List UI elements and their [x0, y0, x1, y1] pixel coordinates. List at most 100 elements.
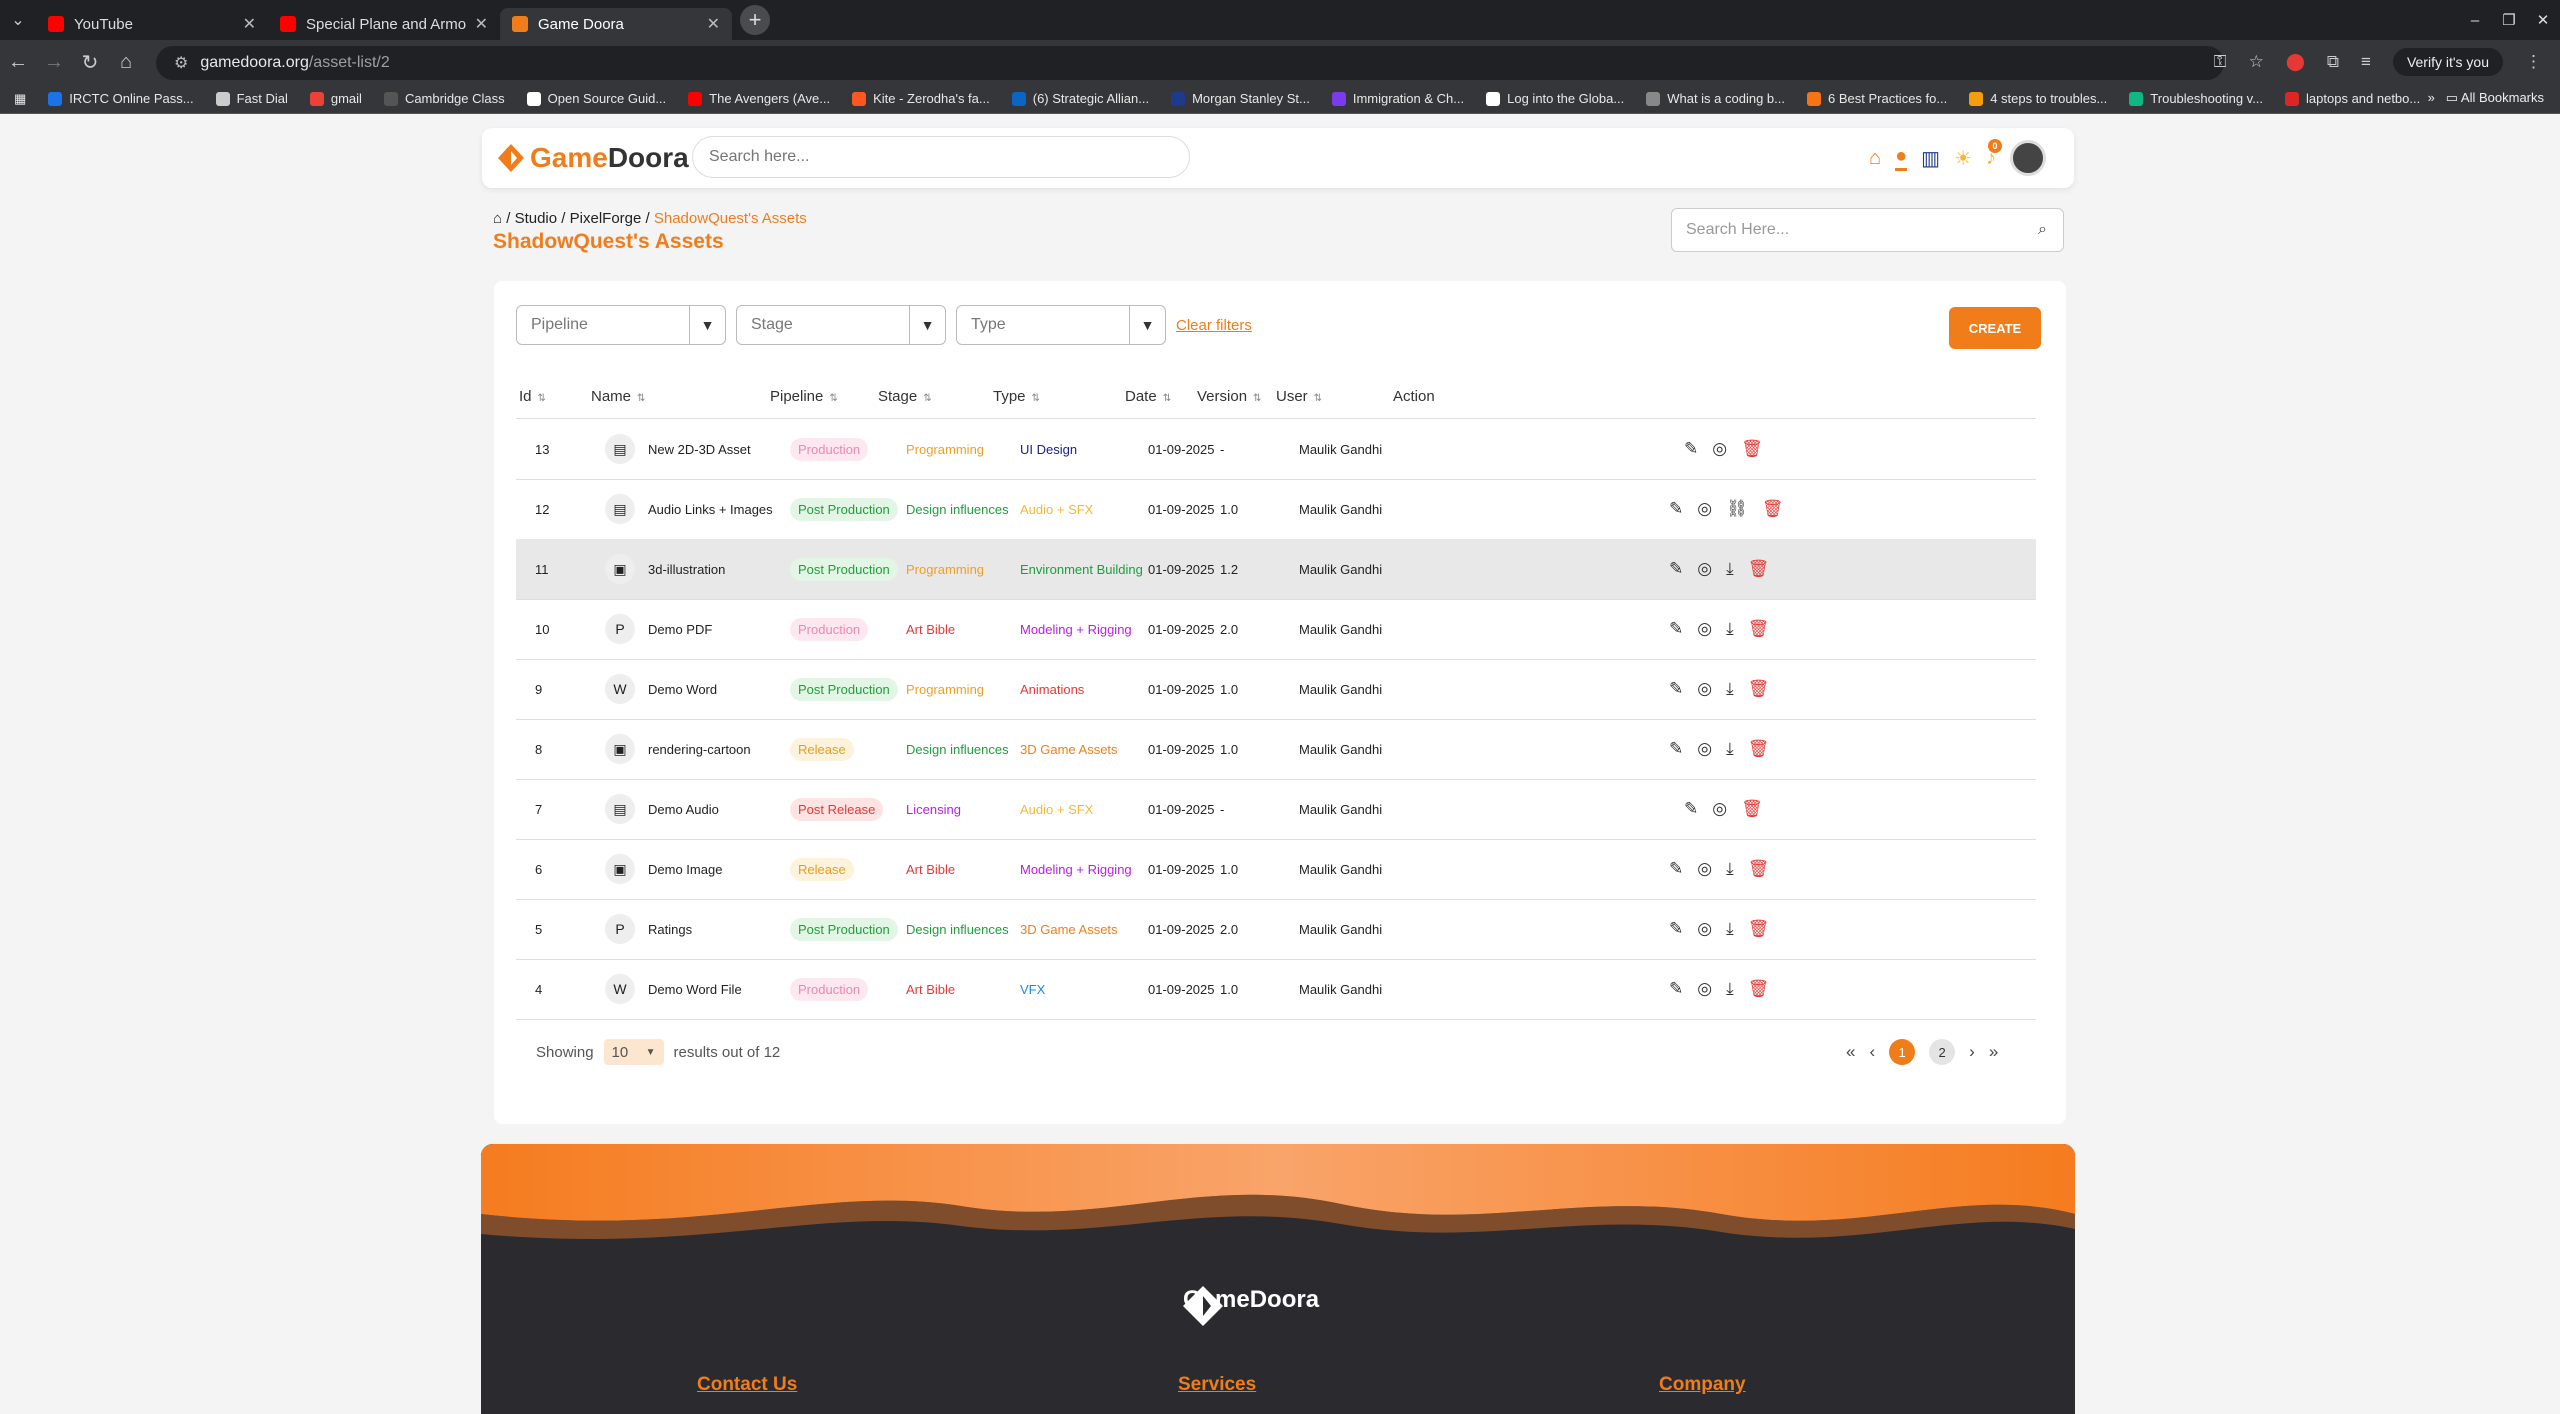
extensions-icon[interactable]: ⧉ [2327, 52, 2339, 72]
edit-icon[interactable]: ✎ [1669, 739, 1683, 759]
delete-icon[interactable]: 🗑 [1741, 439, 1763, 459]
cell-name[interactable]: ▤ Audio Links + Images [605, 479, 773, 539]
apps-icon[interactable]: ▦ [14, 91, 26, 107]
delete-icon[interactable]: 🗑 [1748, 679, 1770, 699]
last-page-icon[interactable]: » [1989, 1042, 1998, 1062]
view-icon[interactable]: ◎ [1712, 439, 1727, 459]
bookmark-item[interactable]: What is a coding b... [1646, 91, 1785, 106]
pipeline-filter[interactable]: Pipeline ▼ [516, 305, 726, 345]
grid-nav-icon[interactable]: ▥ [1921, 146, 1940, 171]
back-icon[interactable]: ← [0, 51, 36, 74]
view-icon[interactable]: ◎ [1697, 559, 1712, 579]
sort-icon[interactable]: ⇅ [1314, 393, 1322, 404]
breadcrumb-home-icon[interactable]: ⌂ [493, 210, 502, 227]
footer-contact-link[interactable]: Contact Us [697, 1374, 797, 1396]
type-filter[interactable]: Type ▼ [956, 305, 1166, 345]
breadcrumb-studio[interactable]: Studio [515, 210, 558, 227]
download-icon[interactable]: ⤓ [1726, 979, 1734, 999]
delete-icon[interactable]: 🗑 [1748, 979, 1770, 999]
bookmark-item[interactable]: Open Source Guid... [526, 91, 666, 106]
asset-search-field[interactable]: Search Here... ⌕ [1671, 208, 2064, 252]
per-page-select[interactable]: 10 ▼ [603, 1039, 664, 1065]
view-icon[interactable]: ◎ [1697, 739, 1712, 759]
bookmark-item[interactable]: Morgan Stanley St... [1171, 91, 1310, 106]
download-icon[interactable]: ⤓ [1726, 619, 1734, 639]
column-header-pipeline[interactable]: Pipeline ⇅ [770, 388, 838, 405]
browser-tab[interactable]: Special Plane and Armoured ✕ [268, 8, 500, 40]
extension-red-icon[interactable]: ⬤ [2286, 52, 2305, 72]
media-icon[interactable]: ≡ [2361, 52, 2371, 72]
bookmark-star-icon[interactable]: ☆ [2249, 52, 2264, 72]
table-row[interactable]: 11 ▣ 3d-illustration Post Production Program… [516, 539, 2036, 599]
delete-icon[interactable]: 🗑 [1748, 559, 1770, 579]
sort-icon[interactable]: ⇅ [1163, 393, 1171, 404]
footer-services-link[interactable]: Services [1178, 1374, 1256, 1396]
sort-icon[interactable]: ⇅ [1253, 393, 1261, 404]
chevron-down-icon[interactable]: ▼ [909, 306, 945, 344]
first-page-icon[interactable]: « [1846, 1042, 1855, 1062]
bookmark-item[interactable]: Immigration & Ch... [1331, 91, 1464, 106]
view-icon[interactable]: ◎ [1697, 919, 1712, 939]
gamedoora-logo[interactable]: Game Doora [498, 142, 689, 174]
chevron-down-icon[interactable]: ▼ [1129, 306, 1165, 344]
delete-icon[interactable]: 🗑 [1748, 619, 1770, 639]
bulb-icon[interactable]: ☀ [1954, 146, 1972, 171]
edit-icon[interactable]: ✎ [1669, 559, 1683, 579]
minimize-icon[interactable]: – [2458, 12, 2492, 29]
edit-icon[interactable]: ✎ [1684, 799, 1698, 819]
cell-name[interactable]: ▣ Demo Image [605, 839, 722, 899]
bookmark-item[interactable]: 4 steps to troubles... [1969, 91, 2107, 106]
view-icon[interactable]: ◎ [1697, 499, 1712, 519]
next-page-icon[interactable]: › [1969, 1042, 1975, 1062]
site-info-icon[interactable]: ⚙ [174, 53, 188, 73]
column-header-type[interactable]: Type ⇅ [993, 388, 1040, 405]
table-row[interactable]: 9 W Demo Word Post Production Programming Ani… [516, 659, 2036, 719]
column-header-name[interactable]: Name ⇅ [591, 388, 645, 405]
tab-list-icon[interactable]: ⌄ [0, 0, 36, 40]
browser-tab[interactable]: YouTube ✕ [36, 8, 268, 40]
table-row[interactable]: 6 ▣ Demo Image Release Art Bible Modeling + R… [516, 839, 2036, 899]
bookmark-item[interactable]: Troubleshooting v... [2129, 91, 2263, 106]
bookmark-item[interactable]: Cambridge Class [383, 91, 505, 106]
sort-icon[interactable]: ⇅ [538, 393, 546, 404]
download-icon[interactable]: ⤓ [1726, 679, 1734, 699]
bookmark-item[interactable]: Fast Dial [215, 91, 288, 106]
browser-tab[interactable]: Game Doora ✕ [500, 8, 732, 40]
create-button[interactable]: CREATE [1949, 307, 2041, 349]
download-icon[interactable]: ⤓ [1726, 919, 1734, 939]
bookmark-item[interactable]: gmail [309, 91, 362, 106]
sort-icon[interactable]: ⇅ [829, 393, 837, 404]
prev-page-icon[interactable]: ‹ [1869, 1042, 1875, 1062]
link-icon[interactable]: ⛓ [1726, 499, 1748, 519]
download-icon[interactable]: ⤓ [1726, 859, 1734, 879]
column-header-date[interactable]: Date ⇅ [1125, 388, 1171, 405]
cell-name[interactable]: W Demo Word File [605, 959, 742, 1019]
table-row[interactable]: 4 W Demo Word File Production Art Bible VFX 01… [516, 959, 2036, 1019]
table-row[interactable]: 5 P Ratings Post Production Design influence… [516, 899, 2036, 959]
bookmark-item[interactable]: IRCTC Online Pass... [48, 91, 194, 106]
bookmark-item[interactable]: Log into the Globa... [1486, 91, 1624, 106]
all-bookmarks[interactable]: » ▭ All Bookmarks [2428, 90, 2544, 106]
close-tab-icon[interactable]: ✕ [707, 14, 720, 34]
sort-icon[interactable]: ⇅ [1032, 393, 1040, 404]
maximize-icon[interactable]: ❐ [2492, 11, 2526, 29]
edit-icon[interactable]: ✎ [1669, 499, 1683, 519]
new-tab-button[interactable]: + [740, 5, 770, 35]
delete-icon[interactable]: 🗑 [1748, 859, 1770, 879]
table-row[interactable]: 12 ▤ Audio Links + Images Post Production De… [516, 479, 2036, 539]
page-2-button[interactable]: 2 [1929, 1039, 1956, 1065]
column-header-version[interactable]: Version ⇅ [1197, 388, 1261, 405]
sort-icon[interactable]: ⇅ [923, 393, 931, 404]
bookmark-item[interactable]: (6) Strategic Allian... [1011, 91, 1149, 106]
url-field[interactable]: ⚙ gamedoora.org/asset-list/2 [156, 46, 2224, 80]
view-icon[interactable]: ◎ [1697, 679, 1712, 699]
chevron-down-icon[interactable]: ▼ [689, 306, 725, 344]
footer-logo[interactable]: GameDoora [1183, 1286, 1319, 1326]
bookmark-item[interactable]: laptops and netbo... [2285, 91, 2420, 106]
cell-name[interactable]: ▤ New 2D-3D Asset [605, 419, 751, 479]
page-1-button[interactable]: 1 [1889, 1039, 1916, 1065]
close-tab-icon[interactable]: ✕ [475, 14, 488, 34]
stage-filter[interactable]: Stage ▼ [736, 305, 946, 345]
notification-bell-icon[interactable]: ♪ 0 [1986, 138, 2002, 170]
close-tab-icon[interactable]: ✕ [243, 14, 256, 34]
